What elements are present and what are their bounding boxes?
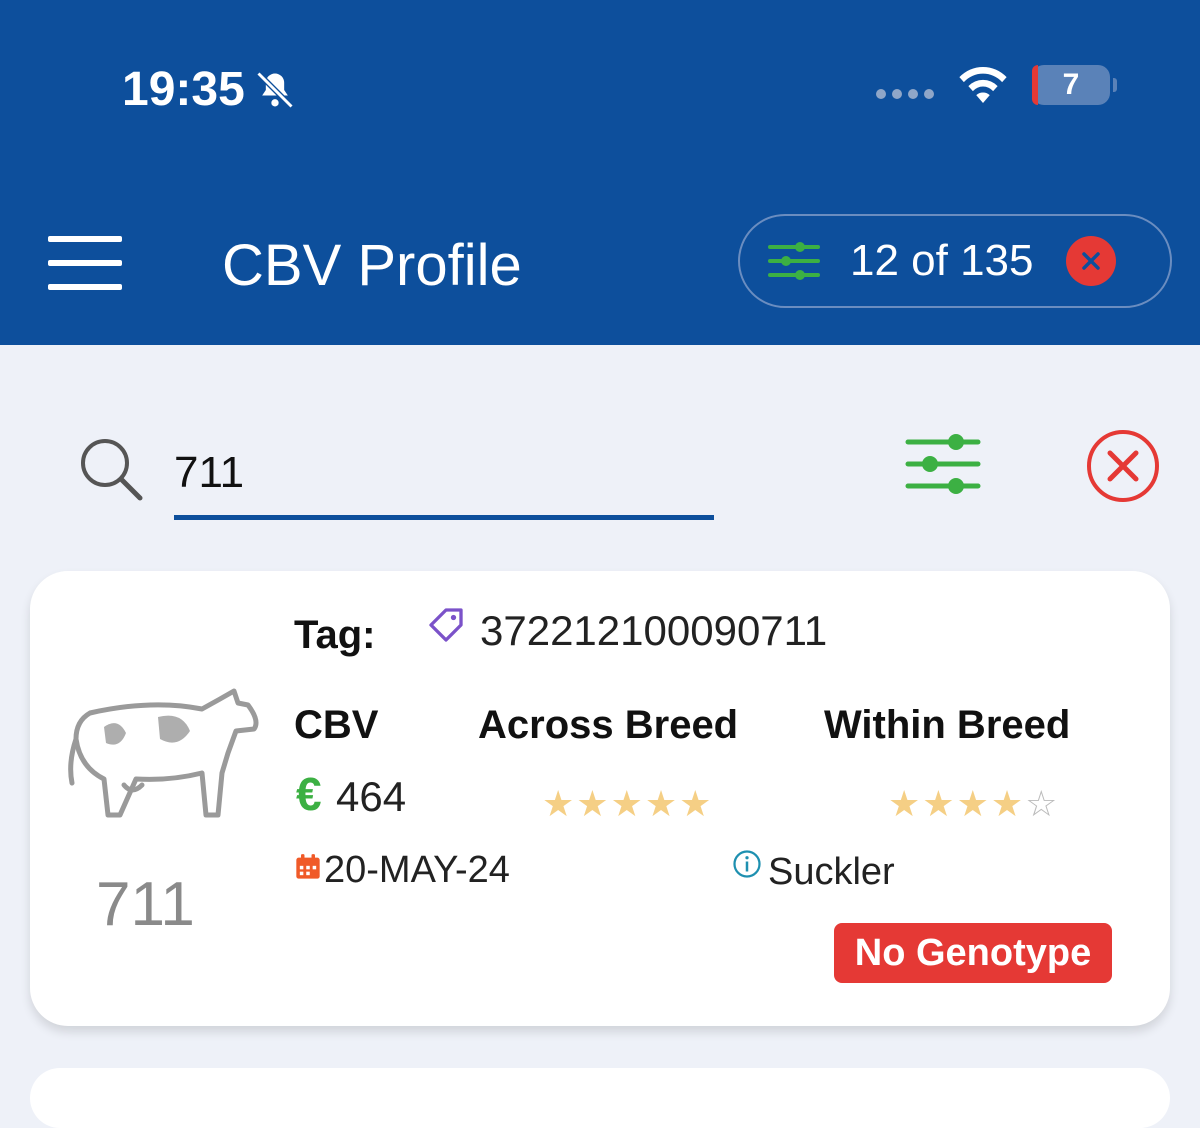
battery-indicator: 7 bbox=[1032, 65, 1117, 105]
search-input[interactable] bbox=[174, 430, 714, 520]
star-icon: ★ bbox=[990, 783, 1026, 824]
cbv-label: CBV bbox=[294, 703, 379, 747]
genotype-status-badge: No Genotype bbox=[834, 923, 1112, 983]
clear-circle-icon[interactable] bbox=[1085, 428, 1161, 504]
record-date: 20-MAY-24 bbox=[324, 849, 510, 891]
tag-label: Tag: bbox=[294, 613, 376, 657]
cbv-value: 464 bbox=[336, 773, 407, 820]
star-icon: ★ bbox=[679, 783, 714, 824]
across-breed-rating: ★★★★★ bbox=[542, 783, 713, 825]
within-breed-rating: ★★★★☆ bbox=[888, 783, 1059, 825]
bell-slash-icon bbox=[256, 71, 294, 108]
star-icon: ☆ bbox=[1025, 783, 1060, 824]
herd-type: Suckler bbox=[768, 851, 895, 893]
within-breed-label: Within Breed bbox=[824, 703, 1071, 747]
star-icon: ★ bbox=[922, 783, 957, 824]
signal-dots bbox=[876, 89, 934, 99]
close-icon[interactable] bbox=[1065, 236, 1116, 286]
filter-sliders-icon bbox=[768, 242, 820, 280]
star-icon: ★ bbox=[610, 783, 645, 824]
page-title: CBV Profile bbox=[222, 233, 522, 298]
search-icon[interactable] bbox=[78, 436, 144, 502]
star-icon: ★ bbox=[576, 783, 611, 824]
menu-button[interactable] bbox=[48, 236, 124, 290]
star-icon: ★ bbox=[888, 783, 923, 824]
star-icon: ★ bbox=[644, 783, 680, 824]
cow-icon bbox=[68, 688, 259, 818]
result-count: 12 of 135 bbox=[850, 236, 1034, 285]
tag-number: 372212100090711 bbox=[480, 607, 828, 654]
animal-card[interactable]: 711 Tag: 372212100090711 CBV Across Bree… bbox=[30, 571, 1170, 1026]
calendar-icon bbox=[296, 854, 320, 879]
star-icon: ★ bbox=[542, 783, 577, 824]
info-icon[interactable] bbox=[732, 849, 762, 879]
across-breed-label: Across Breed bbox=[478, 703, 739, 747]
star-icon: ★ bbox=[956, 783, 991, 824]
tag-icon bbox=[429, 608, 463, 642]
next-animal-card[interactable] bbox=[30, 1068, 1170, 1128]
status-bar-time: 19:35 bbox=[122, 62, 297, 117]
menu-icon bbox=[48, 236, 122, 242]
filter-count-pill[interactable]: 12 of 135 bbox=[738, 214, 1172, 308]
status-bar-right: 7 bbox=[876, 64, 1117, 106]
wifi-icon bbox=[959, 67, 1007, 103]
app-header: 19:35 7 CBV Profile 12 of 135 bbox=[0, 0, 1200, 345]
euro-icon: € bbox=[296, 768, 322, 820]
animal-number: 711 bbox=[96, 870, 195, 939]
status-time: 19:35 bbox=[122, 63, 245, 116]
filter-sliders-icon[interactable] bbox=[904, 432, 982, 496]
